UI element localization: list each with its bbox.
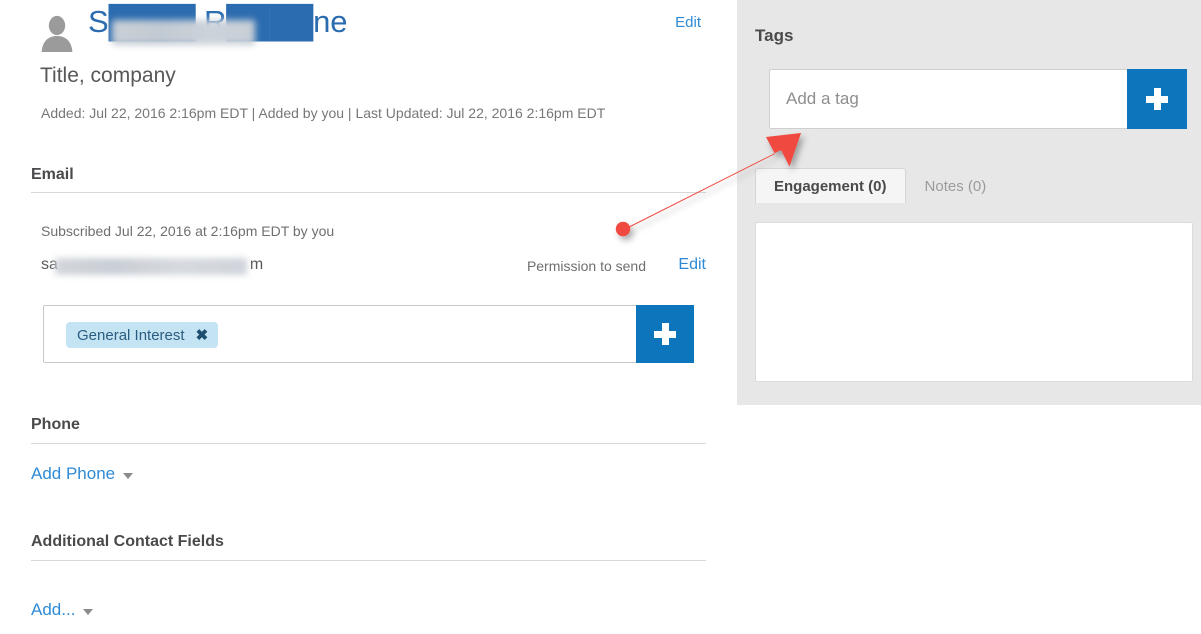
person-avatar-icon xyxy=(41,15,73,52)
additional-fields-heading: Additional Contact Fields xyxy=(31,533,224,550)
remove-chip-icon[interactable]: ✖ xyxy=(196,328,209,343)
tab-notes[interactable]: Notes (0) xyxy=(906,168,1006,203)
tags-panel-title: Tags xyxy=(755,26,794,45)
sidebar-tabs: Engagement (0) Notes (0) xyxy=(755,168,1183,203)
interest-list-input[interactable]: General Interest ✖ xyxy=(43,305,694,363)
contact-detail-page: S████ R████ne Edit Title, company Added:… xyxy=(0,0,1201,634)
add-phone-label: Add Phone xyxy=(31,464,116,483)
add-tag-input[interactable] xyxy=(770,70,1130,128)
engagement-tab-panel xyxy=(755,222,1193,382)
additional-fields-divider xyxy=(31,560,706,561)
add-tag-field-wrapper xyxy=(769,69,1187,129)
tags-side-panel: Tags Engagement (0) Notes (0) xyxy=(737,0,1201,405)
contact-header: S████ R████ne Edit xyxy=(31,4,703,54)
add-interest-list-button[interactable] xyxy=(636,305,694,363)
plus-icon xyxy=(1146,88,1168,110)
edit-contact-link[interactable]: Edit xyxy=(675,14,701,31)
tab-engagement-label: Engagement (0) xyxy=(774,177,887,195)
phone-section-heading: Phone xyxy=(31,416,80,433)
name-redaction-blur xyxy=(112,20,255,45)
chevron-down-icon xyxy=(123,472,134,479)
interest-chip-general-interest[interactable]: General Interest ✖ xyxy=(66,322,219,348)
plus-icon xyxy=(654,323,676,345)
interest-chip-label: General Interest xyxy=(77,326,185,344)
main-content-column: S████ R████ne Edit Title, company Added:… xyxy=(0,0,735,634)
add-tag-button[interactable] xyxy=(1127,69,1187,129)
add-additional-field-dropdown[interactable]: Add... xyxy=(31,600,94,620)
phone-section-divider xyxy=(31,443,706,444)
add-phone-dropdown[interactable]: Add Phone xyxy=(31,464,134,484)
email-address-suffix: m xyxy=(249,256,264,273)
edit-email-link[interactable]: Edit xyxy=(678,256,706,274)
tab-engagement[interactable]: Engagement (0) xyxy=(755,168,906,203)
email-subscribed-status: Subscribed Jul 22, 2016 at 2:16pm EDT by… xyxy=(41,223,335,239)
email-section-divider xyxy=(31,192,706,193)
tab-notes-label: Notes (0) xyxy=(924,177,987,195)
contact-meta-timestamps: Added: Jul 22, 2016 2:16pm EDT | Added b… xyxy=(41,105,606,121)
email-permission-label: Permission to send xyxy=(526,258,646,274)
email-address-row: saxxxxxxxxxxxxxxxxxxxxxxxxm Permission t… xyxy=(41,256,706,278)
chevron-down-icon xyxy=(83,608,94,615)
contact-title-company: Title, company xyxy=(40,64,176,87)
add-additional-field-label: Add... xyxy=(31,600,76,619)
email-redaction-blur xyxy=(55,258,247,275)
email-section-heading: Email xyxy=(31,166,74,183)
